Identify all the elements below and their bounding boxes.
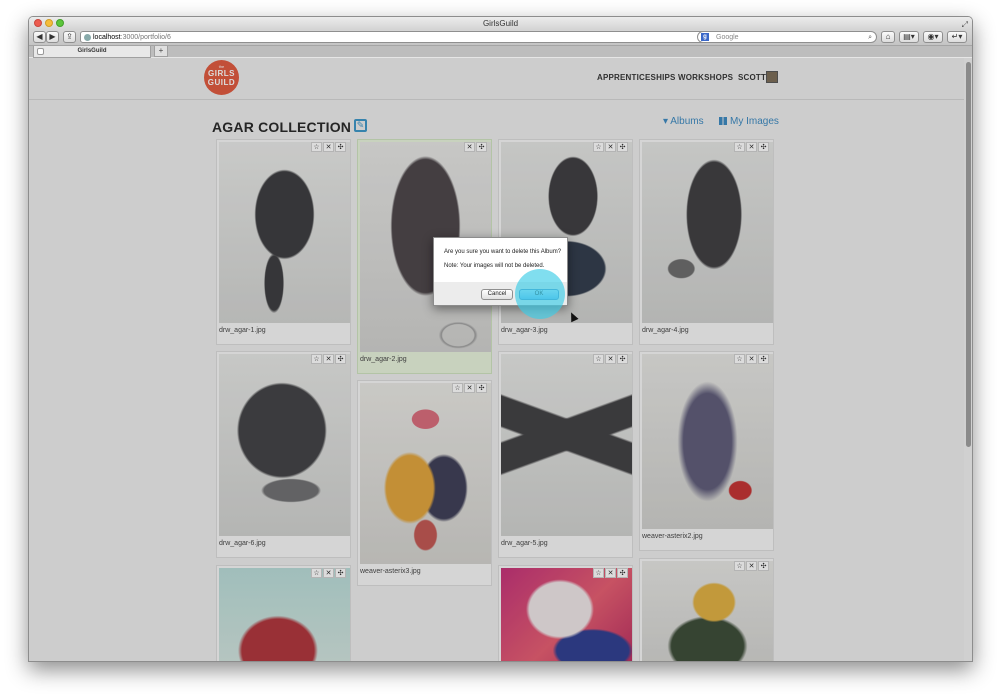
home-button[interactable]: ⌂ xyxy=(881,31,895,43)
tab-close-icon[interactable] xyxy=(37,48,44,55)
click-highlight xyxy=(515,269,565,319)
zoom-window-button[interactable] xyxy=(56,19,64,27)
dialog-message: Are you sure you want to delete this Alb… xyxy=(444,249,562,255)
google-icon: g xyxy=(701,33,709,41)
extensions-button[interactable]: ◉▾ xyxy=(923,31,943,43)
search-icon[interactable]: ⌕ xyxy=(868,32,872,43)
url-host: localhost xyxy=(93,34,121,41)
search-field[interactable]: g Google ⌕ xyxy=(697,31,877,43)
minimize-window-button[interactable] xyxy=(45,19,53,27)
title-bar: GirlsGuild ⤢ xyxy=(29,17,972,30)
cancel-button[interactable]: Cancel xyxy=(481,289,513,300)
window-title: GirlsGuild xyxy=(482,19,519,28)
new-tab-button[interactable]: + xyxy=(154,46,168,57)
globe-icon xyxy=(84,34,91,41)
share-button[interactable]: ⇪ xyxy=(63,31,76,43)
forward-button[interactable]: ▶ xyxy=(46,31,59,43)
address-bar[interactable]: localhost:3000/portfolio/6 ☆ ▾ ⟳ xyxy=(80,31,721,43)
back-button[interactable]: ◀ xyxy=(33,31,46,43)
close-window-button[interactable] xyxy=(34,19,42,27)
tab-bar: GirlsGuild + xyxy=(29,45,972,58)
search-placeholder: Google xyxy=(716,34,739,41)
modal-overlay xyxy=(29,58,972,661)
tab-title: GirlsGuild xyxy=(77,48,107,54)
browser-toolbar: ◀ ▶ ⇪ localhost:3000/portfolio/6 ☆ ▾ ⟳ g… xyxy=(29,30,972,45)
dialog-note: Note: Your images will not be deleted. xyxy=(444,263,545,269)
browser-window: GirlsGuild ⤢ ◀ ▶ ⇪ localhost:3000/portfo… xyxy=(28,16,973,662)
url-path: :3000/portfolio/6 xyxy=(120,34,171,41)
menu-button[interactable]: ↵▾ xyxy=(947,31,967,43)
sidebar-button[interactable]: ▤▾ xyxy=(899,31,919,43)
tab-girlsguild[interactable]: GirlsGuild xyxy=(33,46,151,58)
